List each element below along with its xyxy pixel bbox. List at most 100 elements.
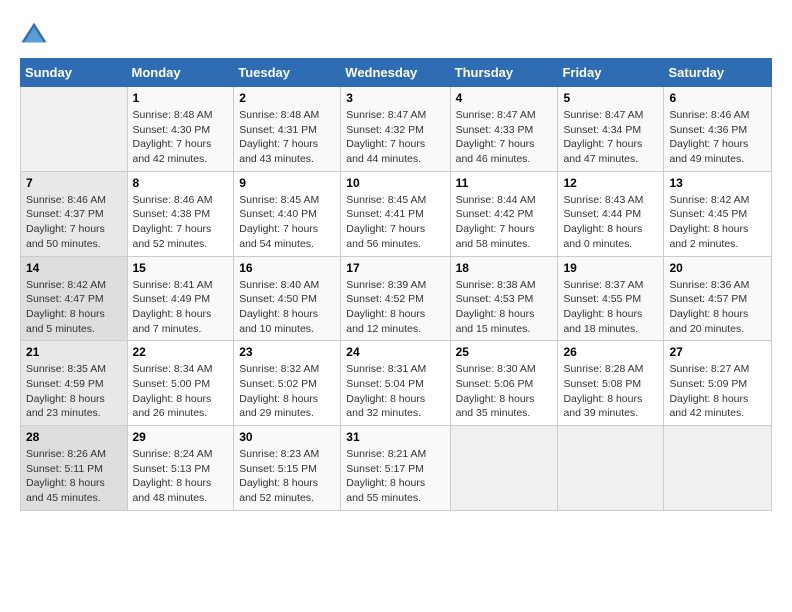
calendar-cell: 30Sunrise: 8:23 AMSunset: 5:15 PMDayligh… xyxy=(234,426,341,511)
calendar-cell: 6 Sunrise: 8:46 AMSunset: 4:36 PMDaylight… xyxy=(664,87,772,172)
day-info: Sunrise: 8:47 AMSunset: 4:34 PMDaylight:… xyxy=(563,108,658,167)
day-number: 11 xyxy=(456,176,553,190)
day-number: 29 xyxy=(133,430,229,444)
logo-icon xyxy=(20,20,48,48)
day-info: Sunrise: 8:41 AMSunset: 4:49 PMDaylight:… xyxy=(133,278,229,337)
calendar-cell: 16Sunrise: 8:40 AMSunset: 4:50 PMDayligh… xyxy=(234,256,341,341)
day-number: 15 xyxy=(133,261,229,275)
day-info: Sunrise: 8:44 AMSunset: 4:42 PMDaylight:… xyxy=(456,193,553,252)
day-info: Sunrise: 8:43 AMSunset: 4:44 PMDaylight:… xyxy=(563,193,658,252)
calendar-body: 1 Sunrise: 8:48 AMSunset: 4:30 PMDaylight… xyxy=(21,87,772,511)
calendar-cell: 15 Sunrise: 8:41 AMSunset: 4:49 PMDayligh… xyxy=(127,256,234,341)
calendar-cell: 14 Sunrise: 8:42 AMSunset: 4:47 PMDayligh… xyxy=(21,256,128,341)
calendar-cell xyxy=(558,426,664,511)
calendar-cell: 31Sunrise: 8:21 AMSunset: 5:17 PMDayligh… xyxy=(341,426,450,511)
day-info: Sunrise: 8:46 AMSunset: 4:37 PMDaylight:… xyxy=(26,193,122,252)
day-info: Sunrise: 8:31 AMSunset: 5:04 PMDaylight:… xyxy=(346,362,444,421)
calendar-cell: 28Sunrise: 8:26 AMSunset: 5:11 PMDayligh… xyxy=(21,426,128,511)
calendar-cell: 13 Sunrise: 8:42 AMSunset: 4:45 PMDayligh… xyxy=(664,171,772,256)
day-info: Sunrise: 8:36 AMSunset: 4:57 PMDaylight:… xyxy=(669,278,766,337)
day-info: Sunrise: 8:46 AMSunset: 4:36 PMDaylight:… xyxy=(669,108,766,167)
calendar-cell: 24 Sunrise: 8:31 AMSunset: 5:04 PMDayligh… xyxy=(341,341,450,426)
calendar-cell: 7 Sunrise: 8:46 AMSunset: 4:37 PMDaylight… xyxy=(21,171,128,256)
week-row-5: 28Sunrise: 8:26 AMSunset: 5:11 PMDayligh… xyxy=(21,426,772,511)
calendar-cell xyxy=(664,426,772,511)
day-info: Sunrise: 8:34 AMSunset: 5:00 PMDaylight:… xyxy=(133,362,229,421)
calendar-cell: 20 Sunrise: 8:36 AMSunset: 4:57 PMDayligh… xyxy=(664,256,772,341)
day-number: 22 xyxy=(133,345,229,359)
calendar-cell: 2 Sunrise: 8:48 AMSunset: 4:31 PMDaylight… xyxy=(234,87,341,172)
calendar-cell: 25Sunrise: 8:30 AMSunset: 5:06 PMDayligh… xyxy=(450,341,558,426)
day-number: 9 xyxy=(239,176,335,190)
day-info: Sunrise: 8:38 AMSunset: 4:53 PMDaylight:… xyxy=(456,278,553,337)
weekday-friday: Friday xyxy=(558,59,664,87)
day-info: Sunrise: 8:48 AMSunset: 4:30 PMDaylight:… xyxy=(133,108,229,167)
calendar-cell: 8Sunrise: 8:46 AMSunset: 4:38 PMDaylight… xyxy=(127,171,234,256)
day-number: 17 xyxy=(346,261,444,275)
calendar-cell: 10Sunrise: 8:45 AMSunset: 4:41 PMDayligh… xyxy=(341,171,450,256)
day-number: 3 xyxy=(346,91,444,105)
day-number: 14 xyxy=(26,261,122,275)
weekday-tuesday: Tuesday xyxy=(234,59,341,87)
calendar-cell: 5 Sunrise: 8:47 AMSunset: 4:34 PMDaylight… xyxy=(558,87,664,172)
day-info: Sunrise: 8:39 AMSunset: 4:52 PMDaylight:… xyxy=(346,278,444,337)
day-number: 1 xyxy=(133,91,229,105)
day-info: Sunrise: 8:45 AMSunset: 4:41 PMDaylight:… xyxy=(346,193,444,252)
day-number: 24 xyxy=(346,345,444,359)
day-info: Sunrise: 8:23 AMSunset: 5:15 PMDaylight:… xyxy=(239,447,335,506)
day-number: 5 xyxy=(563,91,658,105)
calendar-cell: 23Sunrise: 8:32 AMSunset: 5:02 PMDayligh… xyxy=(234,341,341,426)
day-info: Sunrise: 8:48 AMSunset: 4:31 PMDaylight:… xyxy=(239,108,335,167)
day-info: Sunrise: 8:42 AMSunset: 4:45 PMDaylight:… xyxy=(669,193,766,252)
day-info: Sunrise: 8:32 AMSunset: 5:02 PMDaylight:… xyxy=(239,362,335,421)
day-number: 18 xyxy=(456,261,553,275)
day-info: Sunrise: 8:28 AMSunset: 5:08 PMDaylight:… xyxy=(563,362,658,421)
day-number: 7 xyxy=(26,176,122,190)
calendar-cell: 18 Sunrise: 8:38 AMSunset: 4:53 PMDayligh… xyxy=(450,256,558,341)
weekday-sunday: Sunday xyxy=(21,59,128,87)
day-number: 12 xyxy=(563,176,658,190)
day-number: 8 xyxy=(133,176,229,190)
calendar-cell: 4 Sunrise: 8:47 AMSunset: 4:33 PMDaylight… xyxy=(450,87,558,172)
day-info: Sunrise: 8:21 AMSunset: 5:17 PMDaylight:… xyxy=(346,447,444,506)
calendar-cell: 12 Sunrise: 8:43 AMSunset: 4:44 PMDayligh… xyxy=(558,171,664,256)
day-info: Sunrise: 8:47 AMSunset: 4:33 PMDaylight:… xyxy=(456,108,553,167)
calendar-cell xyxy=(21,87,128,172)
day-info: Sunrise: 8:30 AMSunset: 5:06 PMDaylight:… xyxy=(456,362,553,421)
day-number: 13 xyxy=(669,176,766,190)
day-number: 21 xyxy=(26,345,122,359)
day-info: Sunrise: 8:42 AMSunset: 4:47 PMDaylight:… xyxy=(26,278,122,337)
day-info: Sunrise: 8:24 AMSunset: 5:13 PMDaylight:… xyxy=(133,447,229,506)
day-number: 16 xyxy=(239,261,335,275)
calendar-table: SundayMondayTuesdayWednesdayThursdayFrid… xyxy=(20,58,772,511)
day-info: Sunrise: 8:47 AMSunset: 4:32 PMDaylight:… xyxy=(346,108,444,167)
day-number: 4 xyxy=(456,91,553,105)
day-number: 6 xyxy=(669,91,766,105)
weekday-wednesday: Wednesday xyxy=(341,59,450,87)
calendar-cell: 26 Sunrise: 8:28 AMSunset: 5:08 PMDayligh… xyxy=(558,341,664,426)
logo xyxy=(20,20,52,48)
weekday-monday: Monday xyxy=(127,59,234,87)
page-header xyxy=(20,20,772,48)
week-row-3: 14 Sunrise: 8:42 AMSunset: 4:47 PMDayligh… xyxy=(21,256,772,341)
calendar-cell: 27Sunrise: 8:27 AMSunset: 5:09 PMDayligh… xyxy=(664,341,772,426)
calendar-cell: 1 Sunrise: 8:48 AMSunset: 4:30 PMDaylight… xyxy=(127,87,234,172)
weekday-row: SundayMondayTuesdayWednesdayThursdayFrid… xyxy=(21,59,772,87)
calendar-cell: 22 Sunrise: 8:34 AMSunset: 5:00 PMDayligh… xyxy=(127,341,234,426)
day-info: Sunrise: 8:37 AMSunset: 4:55 PMDaylight:… xyxy=(563,278,658,337)
day-number: 19 xyxy=(563,261,658,275)
day-number: 20 xyxy=(669,261,766,275)
calendar-cell: 3 Sunrise: 8:47 AMSunset: 4:32 PMDaylight… xyxy=(341,87,450,172)
day-number: 27 xyxy=(669,345,766,359)
week-row-1: 1 Sunrise: 8:48 AMSunset: 4:30 PMDaylight… xyxy=(21,87,772,172)
calendar-cell: 9Sunrise: 8:45 AMSunset: 4:40 PMDaylight… xyxy=(234,171,341,256)
calendar-cell: 21Sunrise: 8:35 AMSunset: 4:59 PMDayligh… xyxy=(21,341,128,426)
day-number: 28 xyxy=(26,430,122,444)
weekday-saturday: Saturday xyxy=(664,59,772,87)
day-number: 2 xyxy=(239,91,335,105)
day-number: 26 xyxy=(563,345,658,359)
weekday-thursday: Thursday xyxy=(450,59,558,87)
week-row-4: 21Sunrise: 8:35 AMSunset: 4:59 PMDayligh… xyxy=(21,341,772,426)
calendar-header: SundayMondayTuesdayWednesdayThursdayFrid… xyxy=(21,59,772,87)
calendar-cell: 19 Sunrise: 8:37 AMSunset: 4:55 PMDayligh… xyxy=(558,256,664,341)
